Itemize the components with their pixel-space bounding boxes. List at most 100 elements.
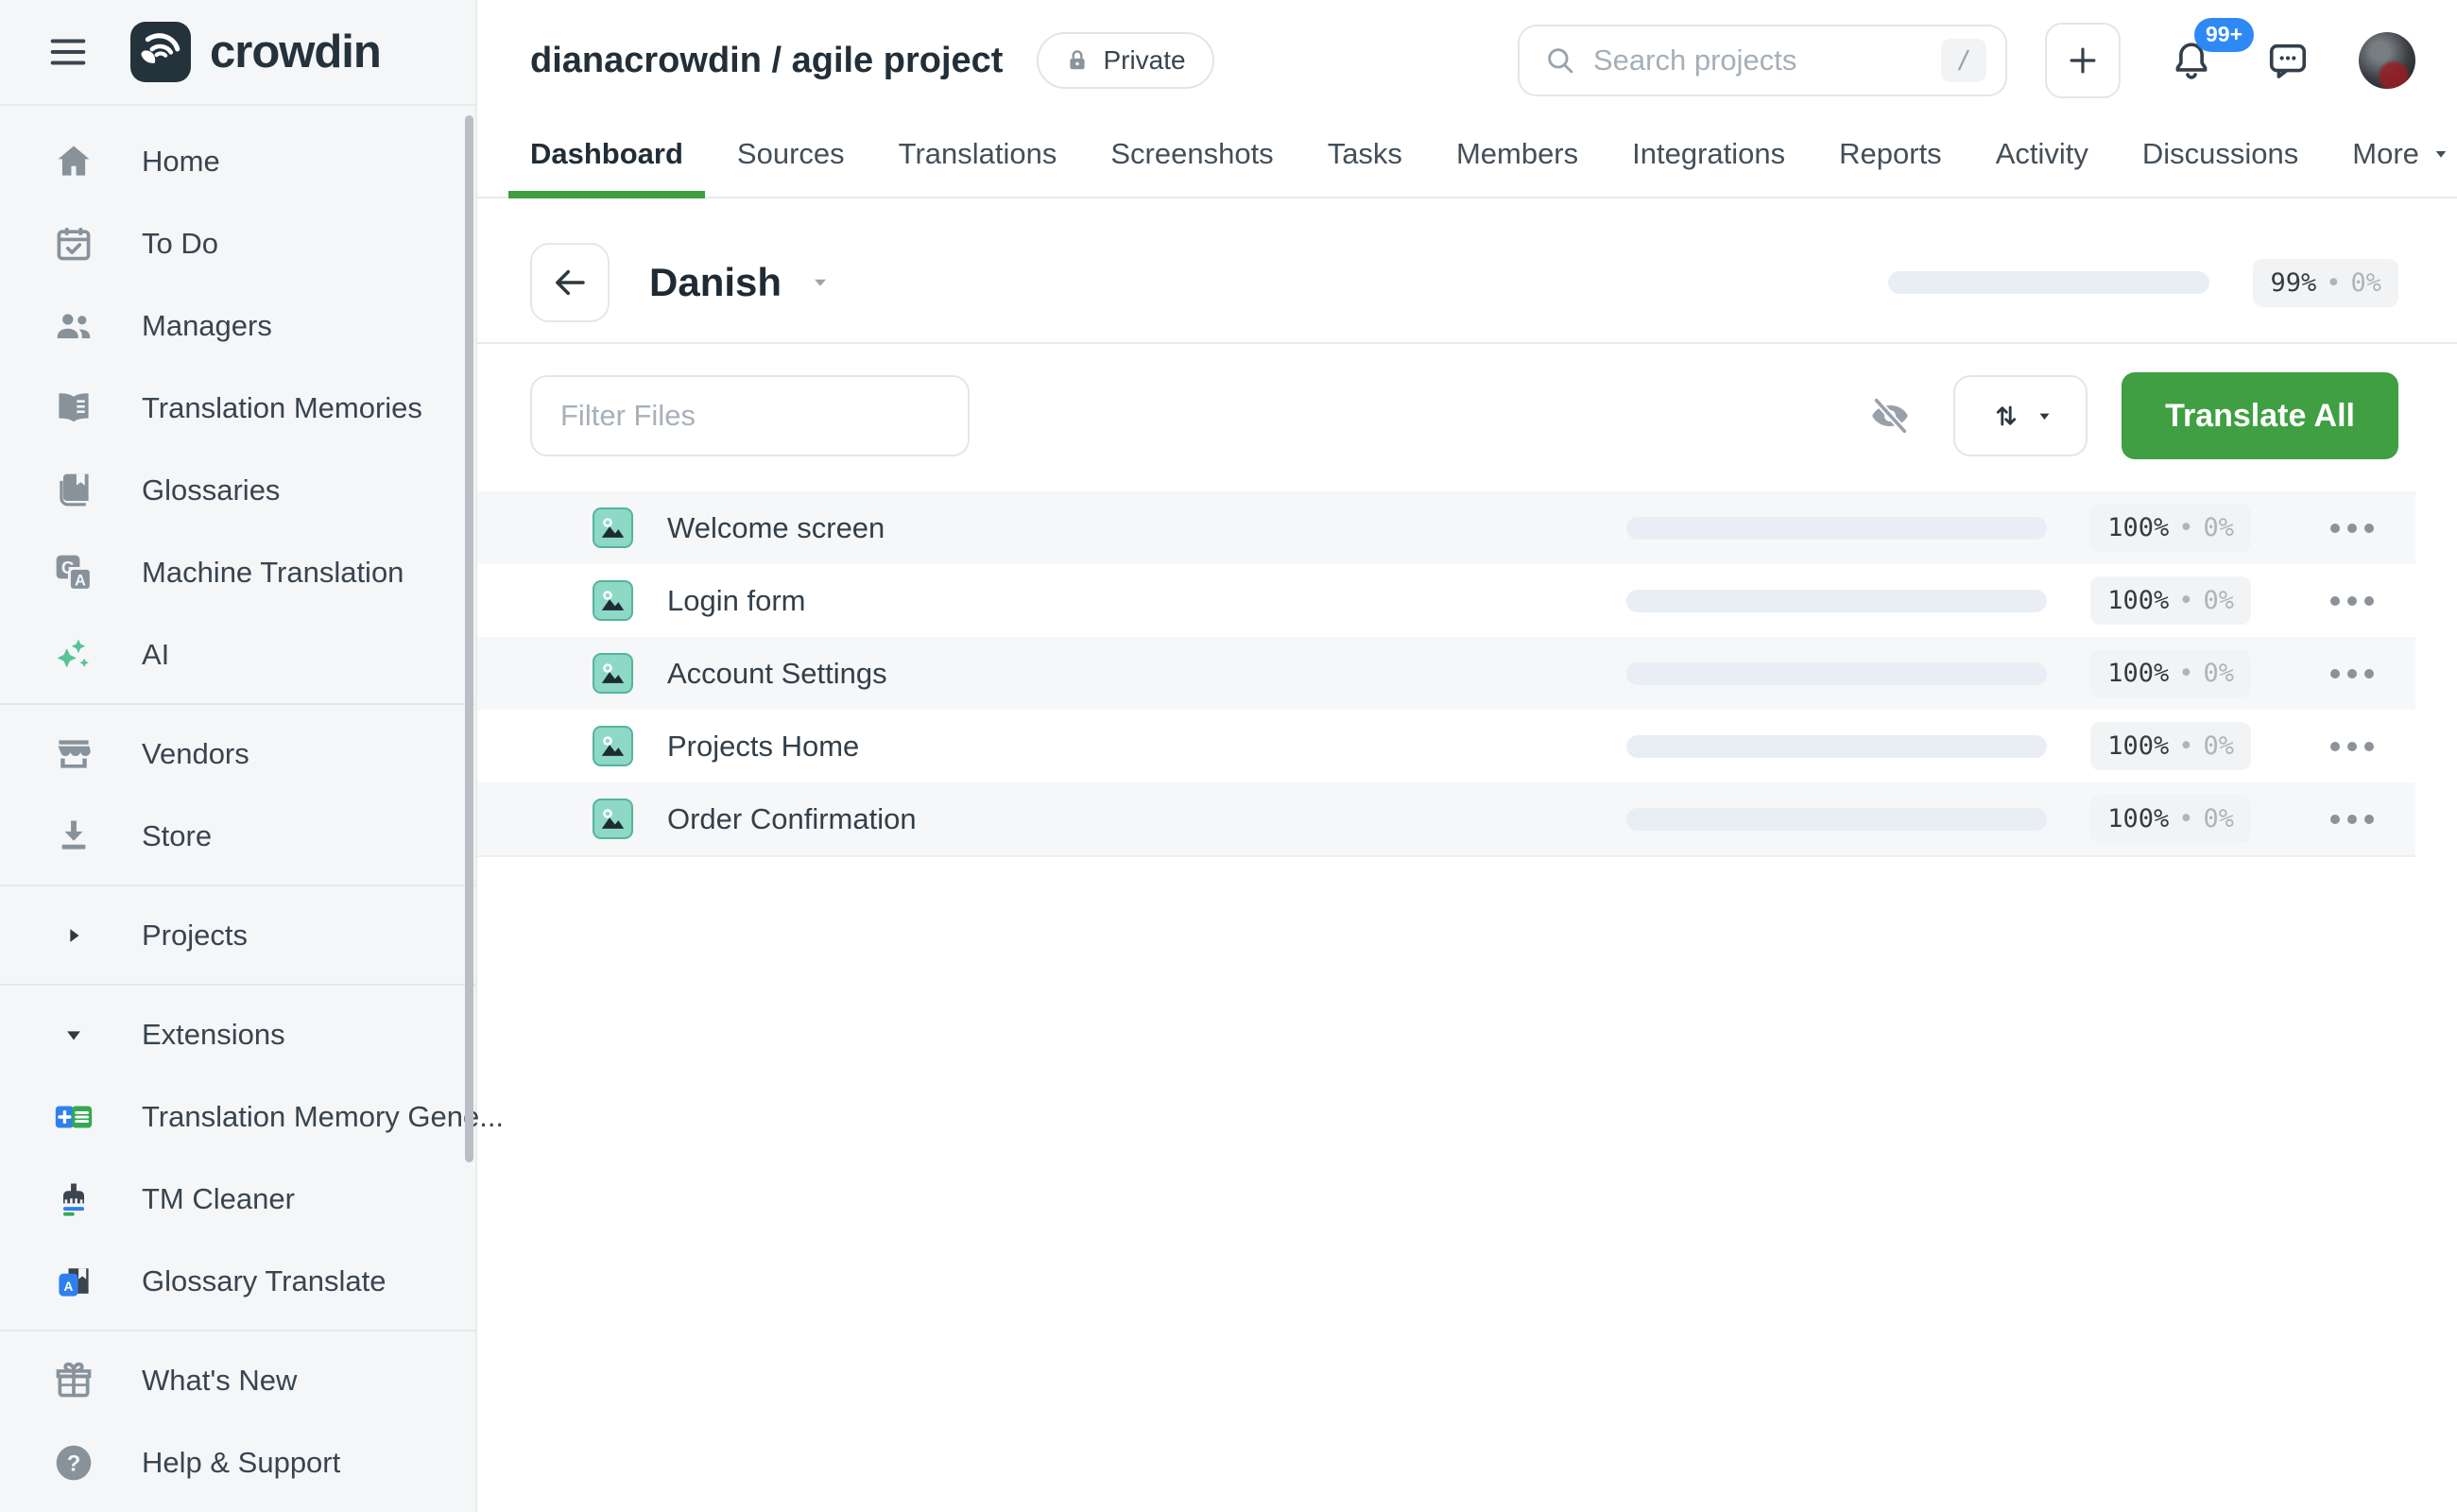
chevron-down-icon [2432, 146, 2449, 163]
file-row: Login form 100% • 0% [477, 564, 2415, 637]
tab-label: Dashboard [530, 137, 683, 171]
sidebar-item-translation-memories[interactable]: Translation Memories [0, 367, 475, 449]
dot-separator: • [2178, 731, 2193, 761]
sidebar-item-tm-cleaner[interactable]: TM Cleaner [0, 1158, 475, 1240]
search-input[interactable] [1593, 43, 1924, 77]
sidebar-item-projects[interactable]: Projects [0, 894, 475, 976]
glossary-translate-icon: A [51, 1259, 96, 1304]
image-file-icon [593, 507, 633, 548]
tab-dashboard[interactable]: Dashboard [530, 112, 683, 197]
translate-all-button[interactable]: Translate All [2122, 372, 2398, 459]
file-name[interactable]: Account Settings [667, 657, 887, 691]
sidebar-item-glossaries[interactable]: Glossaries [0, 449, 475, 531]
sidebar-item-store[interactable]: Store [0, 795, 475, 877]
file-context-menu-button[interactable] [2311, 669, 2393, 679]
glossary-book-icon [51, 468, 96, 513]
sidebar-item-todo[interactable]: To Do [0, 202, 475, 284]
sidebar-item-home[interactable]: Home [0, 120, 475, 202]
sidebar-item-translation-memory-generator[interactable]: Translation Memory Gene... [0, 1075, 475, 1158]
machine-translation-icon: GA [51, 550, 96, 595]
notifications-button[interactable]: 99+ [2170, 39, 2213, 82]
approved-percent: 0% [2350, 268, 2381, 298]
sidebar-divider [0, 703, 475, 705]
sidebar-item-extensions[interactable]: Extensions [0, 993, 475, 1075]
sort-arrows-icon [1989, 399, 2023, 433]
private-badge-label: Private [1103, 45, 1185, 76]
tab-discussions[interactable]: Discussions [2142, 112, 2298, 197]
tab-activity[interactable]: Activity [1996, 112, 2088, 197]
file-context-menu-button[interactable] [2311, 596, 2393, 606]
file-context-menu-button[interactable] [2311, 742, 2393, 751]
user-avatar[interactable] [2359, 32, 2415, 89]
sidebar-item-glossary-translate[interactable]: A Glossary Translate [0, 1240, 475, 1322]
sidebar-scrollbar[interactable] [465, 115, 473, 1162]
file-context-menu-button[interactable] [2311, 524, 2393, 533]
approved-percent: 0% [2203, 586, 2234, 615]
translated-percent: 99% [2270, 268, 2316, 298]
crowdin-logo[interactable]: crowdin [130, 22, 381, 82]
hide-completed-toggle[interactable] [1868, 394, 1912, 438]
sidebar-item-vendors[interactable]: Vendors [0, 713, 475, 795]
tm-generator-icon [51, 1094, 96, 1140]
tab-integrations[interactable]: Integrations [1632, 112, 1785, 197]
file-progress-badge: 100% • 0% [2090, 649, 2251, 697]
sidebar-item-machine-translation[interactable]: GA Machine Translation [0, 531, 475, 613]
managers-people-icon [51, 303, 96, 349]
private-badge[interactable]: Private [1037, 32, 1213, 89]
crowdin-logo-icon [130, 22, 191, 82]
language-dropdown-caret-icon[interactable] [810, 272, 831, 293]
file-progress-badge: 100% • 0% [2090, 576, 2251, 625]
file-name[interactable]: Welcome screen [667, 511, 885, 545]
file-context-menu-button[interactable] [2311, 815, 2393, 824]
tab-members[interactable]: Members [1456, 112, 1578, 197]
file-row: Order Confirmation 100% • 0% [477, 782, 2415, 855]
tab-translations[interactable]: Translations [899, 112, 1057, 197]
caret-down-icon [51, 1024, 96, 1045]
search-icon [1544, 44, 1576, 77]
tab-label: Activity [1996, 137, 2088, 171]
tab-sources[interactable]: Sources [737, 112, 845, 197]
file-name[interactable]: Order Confirmation [667, 802, 917, 836]
sidebar-item-label: Extensions [142, 1018, 285, 1052]
svg-text:A: A [75, 572, 86, 589]
file-progress-badge: 100% • 0% [2090, 795, 2251, 843]
tab-label: Integrations [1632, 137, 1785, 171]
tab-label: Members [1456, 137, 1578, 171]
create-project-button[interactable] [2045, 23, 2121, 98]
dot-separator: • [2178, 804, 2193, 833]
dot-separator: • [2326, 268, 2341, 298]
file-name[interactable]: Projects Home [667, 730, 859, 764]
filter-files-input[interactable] [530, 375, 970, 456]
sidebar-item-label: TM Cleaner [142, 1182, 295, 1216]
sidebar: crowdin Home To Do Managers [0, 0, 477, 1512]
tab-tasks[interactable]: Tasks [1328, 112, 1402, 197]
sidebar-item-ai[interactable]: AI [0, 613, 475, 696]
tm-cleaner-brush-icon [51, 1177, 96, 1222]
tab-more[interactable]: More [2352, 112, 2449, 197]
sidebar-item-label: Translation Memories [142, 391, 422, 425]
sidebar-item-label: Help & Support [142, 1446, 340, 1480]
file-row: Projects Home 100% • 0% [477, 710, 2415, 782]
image-file-icon [593, 653, 633, 694]
language-progress-badge: 99% • 0% [2253, 259, 2398, 307]
search-box: / [1518, 25, 2007, 96]
dot-separator: • [2178, 586, 2193, 615]
tab-screenshots[interactable]: Screenshots [1110, 112, 1273, 197]
files-toolbar: Translate All [477, 344, 2457, 459]
tab-label: Reports [1839, 137, 1942, 171]
file-name[interactable]: Login form [667, 584, 805, 618]
crowdin-logo-text: crowdin [210, 26, 381, 78]
gift-icon [51, 1358, 96, 1403]
sidebar-item-whats-new[interactable]: What's New [0, 1339, 475, 1421]
sidebar-item-managers[interactable]: Managers [0, 284, 475, 367]
file-progress-bar [1626, 517, 2047, 540]
sidebar-item-help-support[interactable]: ? Help & Support [0, 1421, 475, 1503]
hamburger-menu-icon[interactable] [43, 27, 93, 77]
sidebar-item-label: What's New [142, 1364, 297, 1398]
sort-button[interactable] [1953, 375, 2088, 456]
sidebar-item-label: Vendors [142, 737, 249, 771]
back-button[interactable] [530, 243, 610, 322]
file-progress-bar [1626, 808, 2047, 831]
tab-reports[interactable]: Reports [1839, 112, 1942, 197]
messages-button[interactable] [2266, 39, 2310, 82]
